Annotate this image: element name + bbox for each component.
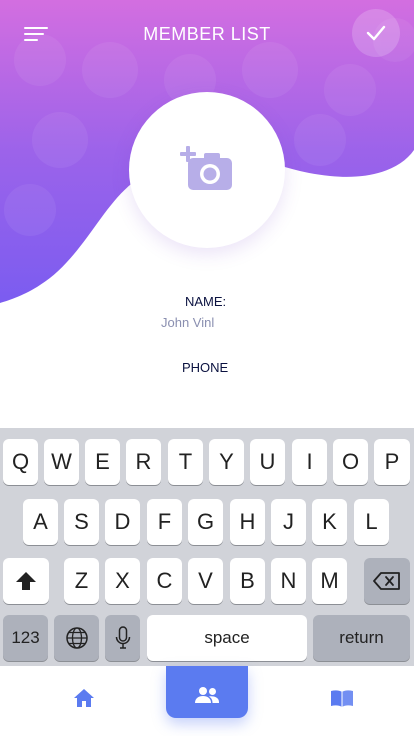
- shift-icon: [16, 572, 36, 590]
- key[interactable]: Q: [3, 439, 38, 485]
- name-input[interactable]: John Vinl: [161, 315, 214, 330]
- confirm-button[interactable]: [352, 9, 400, 57]
- shift-key[interactable]: [3, 558, 49, 604]
- home-icon: [74, 689, 94, 707]
- key[interactable]: W: [44, 439, 79, 485]
- key[interactable]: Y: [209, 439, 244, 485]
- check-icon: [366, 25, 386, 41]
- key[interactable]: P: [374, 439, 410, 485]
- key[interactable]: C: [147, 558, 182, 604]
- key[interactable]: G: [188, 499, 223, 545]
- backspace-icon: [373, 572, 400, 590]
- globe-icon: [65, 627, 88, 649]
- key[interactable]: O: [333, 439, 368, 485]
- nav-book[interactable]: [312, 666, 372, 736]
- avatar-upload[interactable]: [129, 92, 285, 248]
- key[interactable]: A: [23, 499, 58, 545]
- space-key[interactable]: space: [147, 615, 307, 661]
- add-photo-icon: [180, 146, 232, 190]
- bottom-navigation: [0, 666, 414, 736]
- key[interactable]: X: [105, 558, 140, 604]
- key[interactable]: Z: [64, 558, 99, 604]
- key[interactable]: D: [105, 499, 140, 545]
- globe-key[interactable]: [54, 615, 99, 661]
- key[interactable]: T: [168, 439, 203, 485]
- key[interactable]: R: [126, 439, 161, 485]
- phone-label[interactable]: PHONE: [182, 360, 228, 375]
- top-bar: MEMBER LIST: [0, 0, 414, 70]
- return-key[interactable]: return: [313, 615, 410, 661]
- key[interactable]: L: [354, 499, 389, 545]
- people-icon: [195, 687, 219, 703]
- key[interactable]: S: [64, 499, 99, 545]
- key[interactable]: N: [271, 558, 306, 604]
- numbers-key[interactable]: 123: [3, 615, 48, 661]
- nav-home[interactable]: [54, 666, 114, 736]
- key[interactable]: B: [230, 558, 265, 604]
- key[interactable]: H: [230, 499, 265, 545]
- key[interactable]: I: [292, 439, 327, 485]
- key[interactable]: K: [312, 499, 347, 545]
- microphone-icon: [115, 626, 130, 649]
- key[interactable]: E: [85, 439, 120, 485]
- delete-key[interactable]: [364, 558, 410, 604]
- book-icon: [331, 690, 353, 707]
- key[interactable]: J: [271, 499, 306, 545]
- key[interactable]: F: [147, 499, 182, 545]
- key[interactable]: U: [250, 439, 285, 485]
- key[interactable]: V: [188, 558, 223, 604]
- nav-members[interactable]: [166, 666, 248, 718]
- key[interactable]: M: [312, 558, 347, 604]
- keyboard: Q W E R T Y U I O P A S D F G H J K L Z …: [0, 428, 414, 666]
- name-label: NAME:: [185, 294, 227, 309]
- microphone-key[interactable]: [105, 615, 140, 661]
